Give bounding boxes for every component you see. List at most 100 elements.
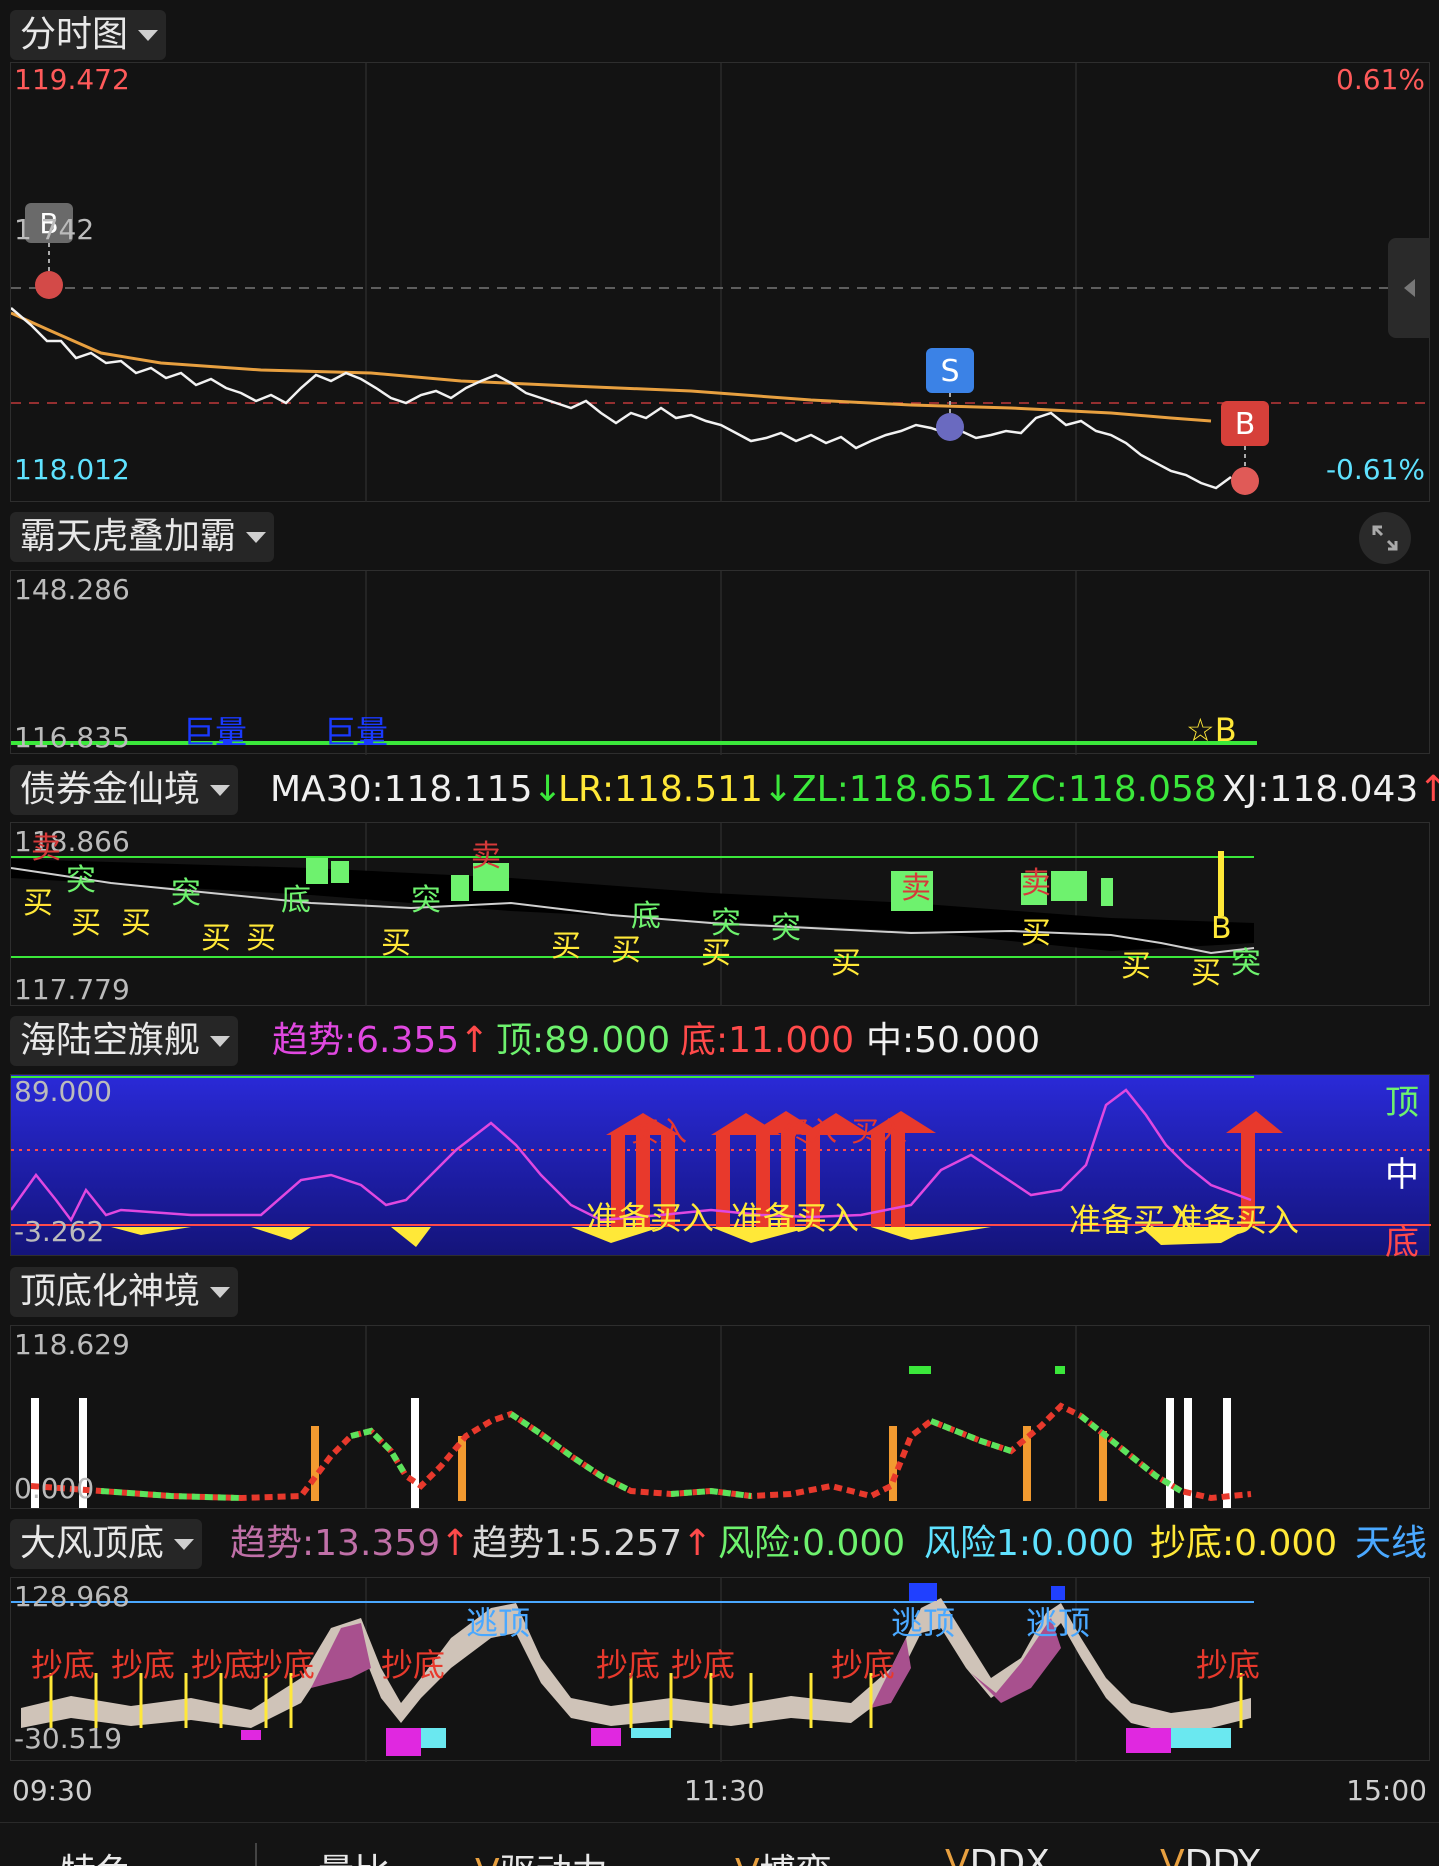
sell-marker-label: S	[940, 354, 959, 389]
volume-tag-1: 巨量	[183, 713, 248, 751]
indicator-2-chart[interactable]: 148.286 116.835 巨量 巨量 ☆B	[10, 570, 1430, 755]
chevron-down-icon	[210, 784, 231, 796]
taoding-signal: 逃顶	[1026, 1604, 1091, 1642]
tab-volume-ratio[interactable]: 量比	[318, 1843, 390, 1866]
zl-readout: ZL:118.651	[792, 769, 998, 810]
indicator-5-chart[interactable]: 118.629 0.000	[10, 1325, 1430, 1510]
time-axis-end: 15:00	[1346, 1774, 1427, 1807]
indicator-2-selector[interactable]: 霸天虎叠加霸	[10, 512, 275, 562]
side-drawer-handle[interactable]	[1388, 238, 1430, 338]
price-low-label: 118.012	[14, 453, 130, 486]
chaodi-signal: 抄底	[831, 1646, 896, 1684]
tab-ddy[interactable]: VDDY	[1160, 1843, 1260, 1866]
time-axis-mid: 11:30	[684, 1774, 765, 1807]
buy-in-label: 买入	[631, 1115, 688, 1148]
intraday-price-svg: B S B	[11, 63, 1431, 503]
lr-readout: LR:118.511↓	[558, 769, 794, 810]
chevron-down-icon	[174, 1538, 195, 1550]
indicator-3-selector[interactable]: 债券金仙境	[10, 765, 239, 815]
indicator-3-chart[interactable]: 118.866 117.779 卖 卖 卖 卖 突 突 突 突 突 突 底 底 …	[10, 822, 1430, 1007]
expand-button[interactable]	[1359, 512, 1411, 564]
intraday-panel-header: 分时图	[0, 0, 1439, 60]
price-high-label: 119.472	[14, 63, 130, 96]
indicator-panel-2-header: 霸天虎叠加霸	[0, 502, 1439, 564]
indicator-5-title: 顶底化神境	[20, 1271, 201, 1312]
chaodi-readout: 抄底:0.000	[1150, 1523, 1338, 1564]
buy-marker-label-2: B	[1235, 407, 1256, 442]
indicator-3-title: 债券金仙境	[20, 769, 201, 810]
tab-driving-force[interactable]: V驱动力	[475, 1843, 608, 1866]
price-prev-close-label: 1 742	[14, 213, 95, 246]
indicator-2-low-label: 116.835	[14, 721, 130, 754]
prepare-buy-label: 准备买入	[1171, 1201, 1300, 1239]
prepare-buy-label: 准备买入	[731, 1199, 860, 1237]
buy-signal: 买	[121, 906, 151, 941]
indicator-4-selector[interactable]: 海陆空旗舰	[10, 1016, 239, 1066]
chaodi-signal: 抄底	[671, 1646, 736, 1684]
chaodi-signal: 抄底	[111, 1646, 176, 1684]
trend-readout-2: 趋势:13.359↑	[230, 1523, 471, 1564]
sell-signal: 卖	[471, 839, 501, 874]
b-signal: B	[1211, 911, 1232, 946]
break-signal: 突	[771, 911, 801, 946]
pct-low-label: -0.61%	[1325, 453, 1425, 486]
buy-signal: 买	[23, 886, 53, 921]
indicator-4-high-label: 89.000	[14, 1075, 112, 1108]
chaodi-signal: 抄底	[381, 1646, 446, 1684]
indicator-5-svg	[30, 1326, 1252, 1510]
bottom-tab-bar: 特色 量比 V驱动力 V博弈 VDDX VDDY	[0, 1822, 1439, 1866]
buy-signal: 买	[701, 936, 731, 971]
chevron-down-icon	[210, 1286, 231, 1298]
tianxian-readout: 天线	[1355, 1523, 1428, 1564]
chevron-down-icon	[210, 1035, 231, 1047]
buy-signal: 买	[246, 921, 276, 956]
break-signal: 突	[1231, 946, 1261, 981]
intraday-price-chart[interactable]: B S B 119.472 1 742 118.012 0.61% -0.61%	[10, 62, 1431, 503]
buy-signal: 买	[71, 906, 101, 941]
trend-readout: 趋势:6.355↑	[272, 1020, 490, 1061]
break-signal: 突	[66, 863, 96, 898]
star-buy-tag: ☆B	[1186, 711, 1237, 749]
chaodi-signal: 抄底	[31, 1646, 96, 1684]
mid-zone-label: 中	[1385, 1155, 1419, 1195]
chaodi-signal: 抄底	[191, 1646, 256, 1684]
chevron-down-icon	[138, 29, 159, 41]
trend1-readout: 趋势1:5.257↑	[472, 1523, 713, 1564]
tab-special[interactable]: 特色	[60, 1843, 132, 1866]
buy-signal: 买	[1191, 956, 1221, 991]
tab-ddx[interactable]: VDDX	[945, 1843, 1050, 1866]
indicator-4-chart[interactable]: 89.000 -3.262 买入 买入 买入 准备买入 准备买入 准备买入 准备…	[10, 1074, 1431, 1263]
indicator-3-low-label: 117.779	[14, 973, 130, 1006]
risk1-readout: 风险1:0.000	[924, 1523, 1135, 1564]
xj-readout: XJ:118.043↑	[1222, 769, 1439, 810]
buy-in-label: 买入	[851, 1115, 908, 1148]
break-signal: 突	[171, 876, 201, 911]
sell-signal: 卖	[1021, 866, 1051, 901]
indicator-6-title: 大风顶底	[20, 1523, 165, 1564]
break-signal: 突	[411, 883, 441, 918]
prepare-buy-label: 准备买入	[586, 1199, 715, 1237]
indicator-6-low-label: -30.519	[14, 1722, 123, 1755]
chevron-down-icon	[246, 531, 267, 543]
indicator-panel-6-header: 大风顶底 趋势:13.359↑ 趋势1:5.257↑ 风险:0.000 风险1:…	[0, 1509, 1439, 1569]
time-axis-start: 09:30	[12, 1774, 93, 1807]
pct-high-label: 0.61%	[1336, 63, 1425, 96]
buy-signal: 买	[201, 921, 231, 956]
indicator-panel-5-header: 顶底化神境	[0, 1257, 1439, 1317]
indicator-5-selector[interactable]: 顶底化神境	[10, 1267, 239, 1317]
chevron-left-icon	[1403, 279, 1415, 297]
buy-signal: 买	[1021, 916, 1051, 951]
taoding-signal: 逃顶	[466, 1604, 531, 1642]
ma30-readout: MA30:118.115↓	[270, 769, 563, 810]
tab-game[interactable]: V博弈	[735, 1843, 832, 1866]
risk-readout: 风险:0.000	[718, 1523, 906, 1564]
buy-signal: 买	[381, 926, 411, 961]
chaodi-signal: 抄底	[1196, 1646, 1261, 1684]
indicator-6-chart[interactable]: 128.968 -30.519 抄底 抄底 抄底 抄底 抄底 抄底 抄底 抄底 …	[10, 1577, 1430, 1762]
indicator-6-selector[interactable]: 大风顶底	[10, 1519, 203, 1569]
bottom-signal: 底	[281, 883, 311, 918]
expand-icon	[1372, 525, 1398, 551]
indicator-4-title: 海陆空旗舰	[20, 1020, 201, 1061]
intraday-chart-selector[interactable]: 分时图	[10, 10, 167, 60]
indicator-4-low-label: -3.262	[14, 1215, 105, 1248]
